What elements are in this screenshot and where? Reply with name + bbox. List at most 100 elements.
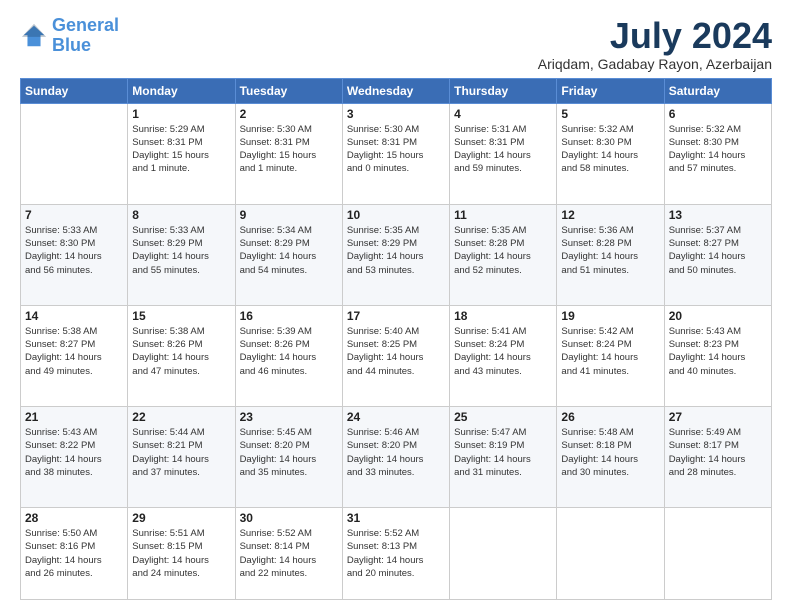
table-row: 19Sunrise: 5:42 AM Sunset: 8:24 PM Dayli… [557,305,664,406]
table-row: 21 Sunrise: 5:43 AM Sunset: 8:22 PM Dayli… [21,406,128,507]
day-number: 13 [669,208,767,222]
day-number: 17 [347,309,445,323]
table-row: 12 Sunrise: 5:36 AM Sunset: 8:28 PM Dayli… [557,204,664,305]
col-thursday: Thursday [450,78,557,103]
day-info: Sunrise: 5:47 AM Sunset: 8:19 PM Dayligh… [454,426,552,479]
day-info: Sunrise: 5:50 AM Sunset: 8:16 PM Dayligh… [25,527,123,580]
calendar-week-4: 21 Sunrise: 5:43 AM Sunset: 8:22 PM Dayli… [21,406,772,507]
col-monday: Monday [128,78,235,103]
table-row: 26 Sunrise: 5:48 AM Sunset: 8:18 PM Dayli… [557,406,664,507]
table-row: 23 Sunrise: 5:45 AM Sunset: 8:20 PM Dayli… [235,406,342,507]
day-number: 27 [669,410,767,424]
day-info: Sunrise: 5:51 AM Sunset: 8:15 PM Dayligh… [132,527,230,580]
day-number: 26 [561,410,659,424]
table-row: 16 Sunrise: 5:39 AM Sunset: 8:26 PM Dayli… [235,305,342,406]
day-info: Sunrise: 5:44 AM Sunset: 8:21 PM Dayligh… [132,426,230,479]
title-block: July 2024 Ariqdam, Gadabay Rayon, Azerba… [538,16,772,72]
header-row: Sunday Monday Tuesday Wednesday Thursday… [21,78,772,103]
table-row: 31Sunrise: 5:52 AM Sunset: 8:13 PM Dayli… [342,508,449,600]
day-info: Sunrise: 5:35 AM Sunset: 8:29 PM Dayligh… [347,224,445,277]
table-row: 8 Sunrise: 5:33 AM Sunset: 8:29 PM Daylig… [128,204,235,305]
table-row: 9 Sunrise: 5:34 AM Sunset: 8:29 PM Daylig… [235,204,342,305]
day-info: Sunrise: 5:34 AM Sunset: 8:29 PM Dayligh… [240,224,338,277]
day-info: Sunrise: 5:30 AM Sunset: 8:31 PM Dayligh… [347,123,445,176]
day-number: 7 [25,208,123,222]
table-row: 24 Sunrise: 5:46 AM Sunset: 8:20 PM Dayli… [342,406,449,507]
day-number: 21 [25,410,123,424]
month-title: July 2024 [538,16,772,56]
day-number: 2 [240,107,338,121]
day-number: 23 [240,410,338,424]
calendar-week-3: 14Sunrise: 5:38 AM Sunset: 8:27 PM Dayli… [21,305,772,406]
table-row: 17 Sunrise: 5:40 AM Sunset: 8:25 PM Dayli… [342,305,449,406]
day-info: Sunrise: 5:46 AM Sunset: 8:20 PM Dayligh… [347,426,445,479]
day-info: Sunrise: 5:45 AM Sunset: 8:20 PM Dayligh… [240,426,338,479]
table-row: 1Sunrise: 5:29 AM Sunset: 8:31 PM Daylig… [128,103,235,204]
table-row: 3 Sunrise: 5:30 AM Sunset: 8:31 PM Daylig… [342,103,449,204]
table-row: 30Sunrise: 5:52 AM Sunset: 8:14 PM Dayli… [235,508,342,600]
day-info: Sunrise: 5:35 AM Sunset: 8:28 PM Dayligh… [454,224,552,277]
day-info: Sunrise: 5:39 AM Sunset: 8:26 PM Dayligh… [240,325,338,378]
calendar-table: Sunday Monday Tuesday Wednesday Thursday… [20,78,772,600]
day-number: 8 [132,208,230,222]
table-row [21,103,128,204]
table-row: 22 Sunrise: 5:44 AM Sunset: 8:21 PM Dayli… [128,406,235,507]
day-info: Sunrise: 5:32 AM Sunset: 8:30 PM Dayligh… [669,123,767,176]
day-number: 29 [132,511,230,525]
day-number: 9 [240,208,338,222]
table-row: 18 Sunrise: 5:41 AM Sunset: 8:24 PM Dayli… [450,305,557,406]
table-row: 13 Sunrise: 5:37 AM Sunset: 8:27 PM Dayli… [664,204,771,305]
day-info: Sunrise: 5:52 AM Sunset: 8:14 PM Dayligh… [240,527,338,580]
table-row [557,508,664,600]
logo: General Blue [20,16,119,56]
day-info: Sunrise: 5:36 AM Sunset: 8:28 PM Dayligh… [561,224,659,277]
day-info: Sunrise: 5:41 AM Sunset: 8:24 PM Dayligh… [454,325,552,378]
day-number: 28 [25,511,123,525]
table-row: 15Sunrise: 5:38 AM Sunset: 8:26 PM Dayli… [128,305,235,406]
day-info: Sunrise: 5:40 AM Sunset: 8:25 PM Dayligh… [347,325,445,378]
table-row: 27 Sunrise: 5:49 AM Sunset: 8:17 PM Dayli… [664,406,771,507]
logo-text-line1: General [52,16,119,36]
day-number: 24 [347,410,445,424]
day-number: 20 [669,309,767,323]
table-row: 4Sunrise: 5:31 AM Sunset: 8:31 PM Daylig… [450,103,557,204]
col-wednesday: Wednesday [342,78,449,103]
col-sunday: Sunday [21,78,128,103]
day-number: 18 [454,309,552,323]
day-number: 16 [240,309,338,323]
day-info: Sunrise: 5:33 AM Sunset: 8:30 PM Dayligh… [25,224,123,277]
calendar-week-5: 28 Sunrise: 5:50 AM Sunset: 8:16 PM Dayli… [21,508,772,600]
day-info: Sunrise: 5:32 AM Sunset: 8:30 PM Dayligh… [561,123,659,176]
day-info: Sunrise: 5:29 AM Sunset: 8:31 PM Dayligh… [132,123,230,176]
day-info: Sunrise: 5:43 AM Sunset: 8:22 PM Dayligh… [25,426,123,479]
day-info: Sunrise: 5:48 AM Sunset: 8:18 PM Dayligh… [561,426,659,479]
table-row: 10Sunrise: 5:35 AM Sunset: 8:29 PM Dayli… [342,204,449,305]
day-number: 12 [561,208,659,222]
table-row: 11 Sunrise: 5:35 AM Sunset: 8:28 PM Dayli… [450,204,557,305]
day-number: 11 [454,208,552,222]
table-row: 7 Sunrise: 5:33 AM Sunset: 8:30 PM Daylig… [21,204,128,305]
location: Ariqdam, Gadabay Rayon, Azerbaijan [538,56,772,72]
day-info: Sunrise: 5:38 AM Sunset: 8:27 PM Dayligh… [25,325,123,378]
day-number: 3 [347,107,445,121]
day-number: 31 [347,511,445,525]
day-number: 22 [132,410,230,424]
logo-text-line2: Blue [52,36,119,56]
col-friday: Friday [557,78,664,103]
day-info: Sunrise: 5:33 AM Sunset: 8:29 PM Dayligh… [132,224,230,277]
header: General Blue July 2024 Ariqdam, Gadabay … [20,16,772,72]
page: General Blue July 2024 Ariqdam, Gadabay … [0,0,792,612]
day-info: Sunrise: 5:49 AM Sunset: 8:17 PM Dayligh… [669,426,767,479]
table-row: 2 Sunrise: 5:30 AM Sunset: 8:31 PM Daylig… [235,103,342,204]
table-row: 14Sunrise: 5:38 AM Sunset: 8:27 PM Dayli… [21,305,128,406]
day-number: 19 [561,309,659,323]
table-row [664,508,771,600]
day-info: Sunrise: 5:31 AM Sunset: 8:31 PM Dayligh… [454,123,552,176]
col-tuesday: Tuesday [235,78,342,103]
day-info: Sunrise: 5:30 AM Sunset: 8:31 PM Dayligh… [240,123,338,176]
calendar-week-1: 1Sunrise: 5:29 AM Sunset: 8:31 PM Daylig… [21,103,772,204]
col-saturday: Saturday [664,78,771,103]
table-row: 20Sunrise: 5:43 AM Sunset: 8:23 PM Dayli… [664,305,771,406]
day-info: Sunrise: 5:37 AM Sunset: 8:27 PM Dayligh… [669,224,767,277]
day-number: 6 [669,107,767,121]
